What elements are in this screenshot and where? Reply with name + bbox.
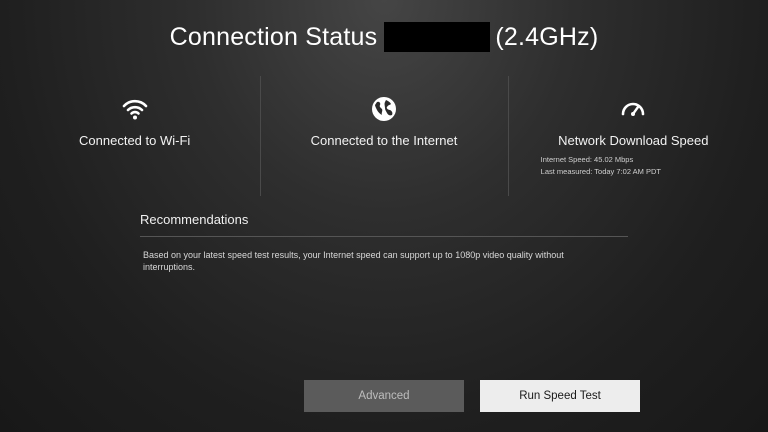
redacted-network-name: [384, 22, 491, 52]
internet-status-label: Connected to the Internet: [310, 133, 458, 148]
page-title-text: Connection Status: [169, 22, 378, 51]
page-title: Connection Status (2.4GHz): [0, 18, 768, 56]
globe-icon: [371, 96, 397, 122]
speed-details: Internet Speed: 45.02 Mbps Last measured…: [541, 154, 661, 178]
recommendations-heading: Recommendations: [140, 212, 249, 227]
download-speed-label: Network Download Speed: [558, 133, 709, 148]
run-speed-test-button[interactable]: Run Speed Test: [480, 380, 640, 412]
wifi-icon: [122, 96, 148, 122]
recommendations-text: Based on your latest speed test results,…: [143, 250, 564, 272]
status-panels: Connected to Wi-Fi Connected to the Inte…: [10, 76, 758, 196]
wifi-panel: Connected to Wi-Fi: [10, 76, 259, 196]
wifi-status-label: Connected to Wi-Fi: [79, 133, 191, 148]
download-speed-panel: Network Download Speed Internet Speed: 4…: [509, 76, 758, 196]
page-title-band: (2.4GHz): [495, 22, 599, 51]
recommendations-divider: [140, 236, 628, 237]
last-measured-value: Last measured: Today 7:02 AM PDT: [540, 167, 661, 176]
internet-speed-value: Internet Speed: 45.02 Mbps: [540, 155, 634, 164]
speedometer-icon: [620, 96, 646, 122]
internet-panel: Connected to the Internet: [259, 76, 508, 196]
advanced-button[interactable]: Advanced: [304, 380, 464, 412]
